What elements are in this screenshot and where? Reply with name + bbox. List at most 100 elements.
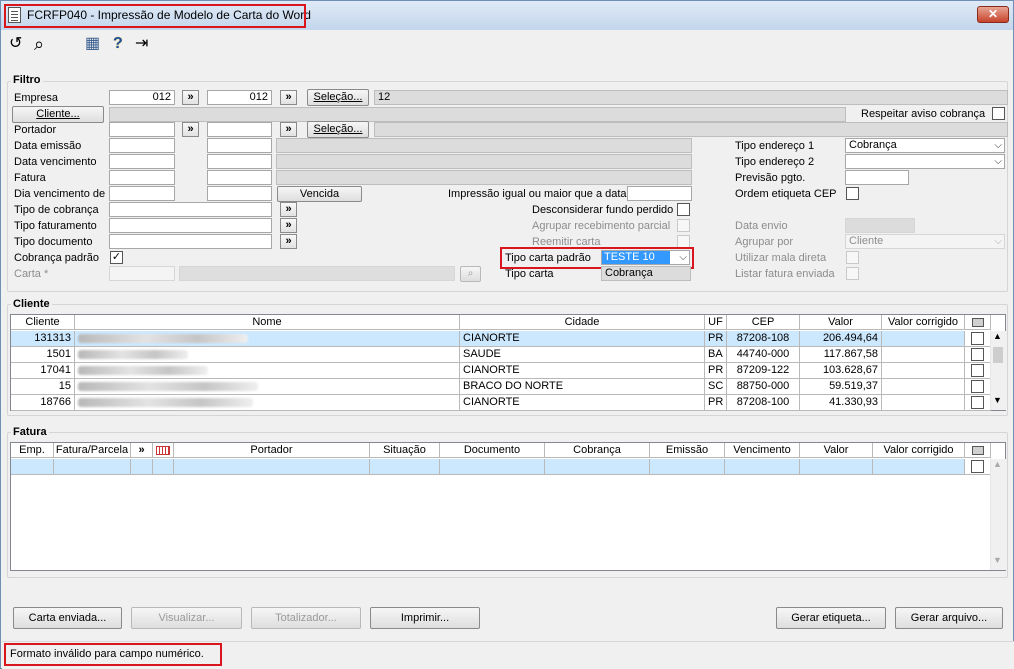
tipo-cobranca-label: Tipo de cobrança	[14, 204, 99, 216]
tipo-faturamento-input[interactable]	[109, 218, 272, 233]
previsao-pgto-input[interactable]	[845, 170, 909, 185]
undo-icon[interactable]: ↺	[9, 36, 22, 52]
col-portador[interactable]: Portador	[174, 443, 370, 458]
portador-from-input[interactable]	[109, 122, 175, 137]
tipo-endereco2-select[interactable]: ⌵	[845, 154, 1005, 169]
empresa-to-button[interactable]: »	[280, 90, 297, 105]
vencida-button[interactable]: Vencida	[277, 186, 362, 202]
empresa-to-input[interactable]: 012	[207, 90, 272, 105]
col-nome[interactable]: Nome	[75, 315, 460, 330]
tipo-cobranca-button[interactable]: »	[280, 202, 297, 217]
col-situacao[interactable]: Situação	[370, 443, 440, 458]
select-all-header[interactable]	[965, 443, 991, 458]
cell-cep: 87208-100	[727, 395, 800, 411]
col-valor-corrigido[interactable]: Valor corrigido	[882, 315, 965, 330]
fatura-from-input[interactable]	[109, 170, 175, 185]
portador-selecao-button[interactable]: Seleção...	[307, 121, 369, 138]
row-checkbox[interactable]	[971, 460, 984, 473]
carta-enviada-button[interactable]: Carta enviada...	[13, 607, 122, 629]
col-emp[interactable]: Emp.	[11, 443, 54, 458]
select-all-header[interactable]	[965, 315, 991, 330]
col-fatura-parcela[interactable]: Fatura/Parcela	[54, 443, 131, 458]
row-select-cell[interactable]	[965, 395, 991, 411]
tipo-faturamento-button[interactable]: »	[280, 218, 297, 233]
col-valor-corrigido[interactable]: Valor corrigido	[873, 443, 965, 458]
tipo-endereco1-select[interactable]: Cobrança ⌵	[845, 138, 1005, 153]
row-checkbox[interactable]	[971, 396, 984, 409]
col-uf[interactable]: UF	[705, 315, 727, 330]
cell-valor	[800, 459, 873, 475]
empresa-range-button[interactable]: »	[182, 90, 199, 105]
col-cliente[interactable]: Cliente	[11, 315, 75, 330]
data-vencimento-from-input[interactable]	[109, 154, 175, 169]
col-cidade[interactable]: Cidade	[460, 315, 705, 330]
cell-valor: 206.494,64	[800, 331, 882, 347]
search-icon[interactable]: ⌕	[34, 35, 44, 53]
row-select-cell[interactable]	[965, 459, 991, 475]
fatura-label: Fatura	[14, 172, 46, 184]
ordem-etiqueta-checkbox[interactable]	[846, 187, 859, 200]
portador-selecao-label: Seleção...	[313, 123, 363, 135]
desconsiderar-checkbox[interactable]	[677, 203, 690, 216]
scroll-down-icon[interactable]: ▼	[993, 555, 1002, 565]
scroll-down-icon[interactable]: ▼	[993, 395, 1002, 405]
scroll-thumb[interactable]	[993, 347, 1003, 363]
tipo-carta-padrao-select[interactable]: TESTE 10 ⌵	[601, 250, 690, 265]
gerar-etiqueta-button[interactable]: Gerar etiqueta...	[776, 607, 886, 629]
data-vencimento-to-input[interactable]	[207, 154, 272, 169]
tipo-carta-padrao-value: TESTE 10	[602, 251, 670, 264]
col-valor[interactable]: Valor	[800, 315, 882, 330]
row-select-cell[interactable]	[965, 331, 991, 347]
row-checkbox[interactable]	[971, 332, 984, 345]
respeitar-aviso-checkbox[interactable]	[992, 107, 1005, 120]
data-emissao-to-input[interactable]	[207, 138, 272, 153]
fatura-scrollbar[interactable]: ▲ ▼	[990, 459, 1006, 570]
fatura-to-input[interactable]	[207, 170, 272, 185]
tipo-endereco1-value: Cobrança	[849, 139, 897, 151]
cell-uf: SC	[705, 379, 727, 395]
dia-vencimento-to-input[interactable]	[207, 186, 272, 201]
calculator-icon[interactable]: ▦	[85, 36, 100, 52]
row-select-cell[interactable]	[965, 363, 991, 379]
imprimir-button[interactable]: Imprimir...	[370, 607, 480, 629]
cell-emissao	[650, 459, 725, 475]
cell-cidade: CIANORTE	[460, 331, 705, 347]
col-expand[interactable]: »	[131, 443, 153, 458]
close-button[interactable]: ✕	[977, 6, 1009, 23]
tipo-documento-button[interactable]: »	[280, 234, 297, 249]
col-documento[interactable]: Documento	[440, 443, 545, 458]
col-cobranca[interactable]: Cobrança	[545, 443, 650, 458]
cliente-button[interactable]: Cliente...	[12, 106, 104, 123]
row-checkbox[interactable]	[971, 380, 984, 393]
scroll-up-icon[interactable]: ▲	[993, 459, 1002, 469]
empresa-selecao-button[interactable]: Seleção...	[307, 89, 369, 106]
portador-range-button[interactable]: »	[182, 122, 199, 137]
cell-valor: 103.628,67	[800, 363, 882, 379]
gerar-arquivo-button[interactable]: Gerar arquivo...	[895, 607, 1003, 629]
dia-vencimento-from-input[interactable]	[109, 186, 175, 201]
col-valor[interactable]: Valor	[800, 443, 873, 458]
scroll-up-icon[interactable]: ▲	[993, 331, 1002, 341]
row-select-cell[interactable]	[965, 347, 991, 363]
portador-to-button[interactable]: »	[280, 122, 297, 137]
utilizar-mala-label: Utilizar mala direta	[735, 252, 827, 264]
portador-to-input[interactable]	[207, 122, 272, 137]
data-emissao-from-input[interactable]	[109, 138, 175, 153]
filtro-label: Filtro	[11, 74, 43, 86]
cliente-scrollbar[interactable]: ▲ ▼	[990, 331, 1006, 410]
row-checkbox[interactable]	[971, 348, 984, 361]
row-select-cell[interactable]	[965, 379, 991, 395]
col-vencimento[interactable]: Vencimento	[725, 443, 800, 458]
col-cep[interactable]: CEP	[727, 315, 800, 330]
col-calendar[interactable]	[153, 443, 174, 458]
impressao-data-input[interactable]	[627, 186, 692, 201]
redacted-text	[78, 397, 253, 407]
cobranca-padrao-checkbox[interactable]: ✓	[110, 251, 123, 264]
empresa-from-input[interactable]: 012	[109, 90, 175, 105]
tipo-documento-input[interactable]	[109, 234, 272, 249]
row-checkbox[interactable]	[971, 364, 984, 377]
help-icon[interactable]: ?	[113, 36, 123, 52]
exit-icon[interactable]: ⇥	[135, 36, 148, 52]
tipo-cobranca-input[interactable]	[109, 202, 272, 217]
col-emissao[interactable]: Emissão	[650, 443, 725, 458]
